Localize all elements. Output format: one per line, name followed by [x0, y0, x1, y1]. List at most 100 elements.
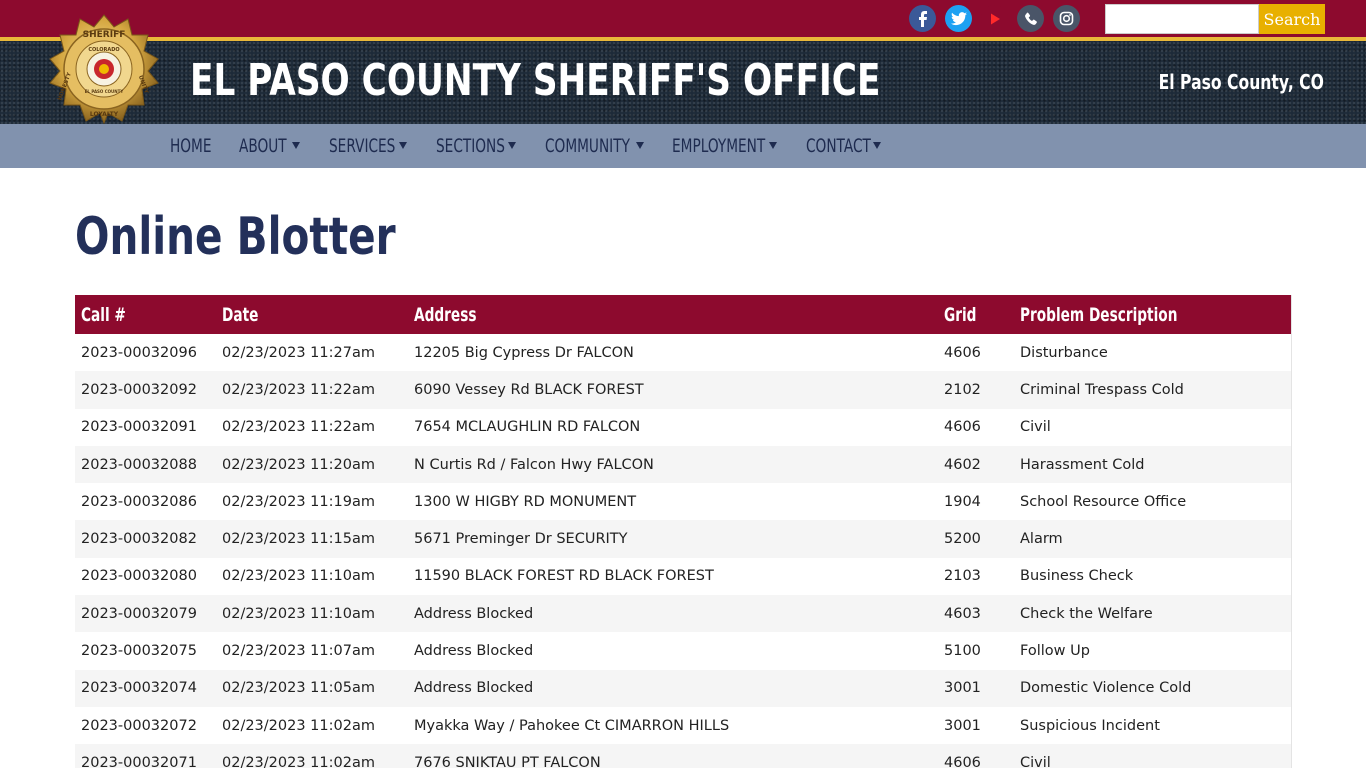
cell-problem: Domestic Violence Cold [1014, 669, 1292, 707]
cell-date: 02/23/2023 11:05am [216, 669, 408, 707]
cell-call-number: 2023-00032082 [75, 520, 216, 558]
chevron-down-icon [636, 142, 644, 149]
nav-item-label: EMPLOYMENT [672, 135, 766, 157]
nav-item-label: SERVICES [329, 135, 396, 157]
cell-address: 1300 W HIGBY RD MONUMENT [408, 483, 938, 521]
nav-item-label: SECTIONS [436, 135, 505, 157]
site-title[interactable]: EL PASO COUNTY SHERIFF'S OFFICE [190, 53, 880, 109]
cell-address: Address Blocked [408, 632, 938, 670]
cell-date: 02/23/2023 11:27am [216, 334, 408, 372]
column-header-address: Address [408, 295, 938, 334]
badge-text-colorado: COLORADO [88, 47, 119, 53]
cell-problem: Alarm [1014, 520, 1292, 558]
chevron-down-icon [769, 142, 777, 149]
badge-text-county: EL PASO COUNTY [85, 89, 124, 94]
cell-address: N Curtis Rd / Falcon Hwy FALCON [408, 445, 938, 484]
cell-date: 02/23/2023 11:20am [216, 445, 408, 484]
cell-address: 12205 Big Cypress Dr FALCON [408, 334, 938, 372]
cell-address: 5671 Preminger Dr SECURITY [408, 520, 938, 558]
cell-address: Address Blocked [408, 669, 938, 707]
table-row: 2023-00032091 02/23/2023 11:22am 7654 MCLA… [75, 408, 1292, 446]
cell-problem: Check the Welfare [1014, 595, 1292, 633]
column-header-date: Date [216, 295, 408, 334]
facebook-icon[interactable] [909, 5, 936, 32]
table-row: 2023-00032072 02/23/2023 11:02am Myakka Wa… [75, 706, 1292, 745]
main-nav: HOME ABOUT SERVICES SECTIONS COMMUNITY E… [0, 124, 1366, 168]
column-header-grid: Grid [938, 295, 1014, 334]
cell-call-number: 2023-00032092 [75, 371, 216, 409]
cell-date: 02/23/2023 11:07am [216, 632, 408, 670]
cell-address: 6090 Vessey Rd BLACK FOREST [408, 371, 938, 409]
cell-grid: 3001 [938, 669, 1014, 707]
table-row: 2023-00032092 02/23/2023 11:22am 6090 Vess… [75, 371, 1292, 409]
nav-item-sections[interactable]: SECTIONS [436, 124, 522, 168]
table-row: 2023-00032096 02/23/2023 11:27am 12205 Big… [75, 334, 1292, 372]
nav-item-label: CONTACT [806, 135, 871, 157]
cell-grid: 2103 [938, 557, 1014, 596]
cell-address: 7676 SNIKTAU PT FALCON [408, 744, 938, 768]
cell-problem: Business Check [1014, 557, 1292, 596]
cell-grid: 3001 [938, 706, 1014, 745]
chevron-down-icon [399, 142, 407, 149]
cell-grid: 5200 [938, 520, 1014, 558]
chevron-down-icon [873, 142, 881, 149]
cell-call-number: 2023-00032079 [75, 595, 216, 633]
table-row: 2023-00032088 02/23/2023 11:20am N Curtis … [75, 445, 1292, 484]
cell-date: 02/23/2023 11:02am [216, 744, 408, 768]
cell-date: 02/23/2023 11:22am [216, 408, 408, 446]
cell-date: 02/23/2023 11:10am [216, 595, 408, 633]
cell-problem: Civil [1014, 744, 1292, 768]
nav-item-label: COMMUNITY [545, 135, 630, 157]
page-title: Online Blotter [75, 207, 396, 267]
cell-problem: School Resource Office [1014, 483, 1292, 521]
cell-grid: 4603 [938, 595, 1014, 633]
cell-date: 02/23/2023 11:10am [216, 557, 408, 596]
table-row: 2023-00032086 02/23/2023 11:19am 1300 W HI… [75, 483, 1292, 521]
nav-item-label: ABOUT [239, 135, 287, 157]
cell-call-number: 2023-00032075 [75, 632, 216, 670]
search-button[interactable]: Search [1259, 4, 1325, 34]
nav-item-contact[interactable]: CONTACT [806, 124, 886, 168]
column-header-problem: Problem Description [1014, 295, 1292, 334]
cell-problem: Harassment Cold [1014, 445, 1292, 484]
cell-problem: Suspicious Incident [1014, 706, 1292, 745]
badge-text-loyalty: LOYALTY [90, 111, 119, 118]
table-header-row: Call # Date Address Grid Problem Descrip… [75, 295, 1292, 334]
instagram-icon[interactable] [1053, 5, 1080, 32]
nav-item-about[interactable]: ABOUT [239, 124, 309, 168]
phone-icon[interactable] [1017, 5, 1044, 32]
cell-problem: Follow Up [1014, 632, 1292, 670]
cell-address: 11590 BLACK FOREST RD BLACK FOREST [408, 557, 938, 596]
nav-item-employment[interactable]: EMPLOYMENT [672, 124, 784, 168]
cell-call-number: 2023-00032071 [75, 744, 216, 768]
cell-grid: 4606 [938, 744, 1014, 768]
cell-grid: 2102 [938, 371, 1014, 409]
youtube-icon[interactable] [981, 5, 1008, 32]
chevron-down-icon [508, 142, 516, 149]
sheriff-badge-logo[interactable]: SHERIFF COLORADO EL PASO COUNTY HONESTY … [48, 13, 160, 125]
table-row: 2023-00032080 02/23/2023 11:10am 11590 BLA… [75, 557, 1292, 596]
cell-grid: 1904 [938, 483, 1014, 521]
table-row: 2023-00032075 02/23/2023 11:07am Address B… [75, 632, 1292, 670]
twitter-icon[interactable] [945, 5, 972, 32]
cell-problem: Criminal Trespass Cold [1014, 371, 1292, 409]
cell-date: 02/23/2023 11:15am [216, 520, 408, 558]
nav-item-community[interactable]: COMMUNITY [545, 124, 650, 168]
cell-date: 02/23/2023 11:19am [216, 483, 408, 521]
cell-date: 02/23/2023 11:02am [216, 706, 408, 745]
cell-call-number: 2023-00032096 [75, 334, 216, 372]
nav-item-services[interactable]: SERVICES [329, 124, 417, 168]
chevron-down-icon [292, 142, 300, 149]
cell-grid: 4606 [938, 334, 1014, 372]
cell-address: 7654 MCLAUGHLIN RD FALCON [408, 408, 938, 446]
cell-call-number: 2023-00032091 [75, 408, 216, 446]
table-row: 2023-00032071 02/23/2023 11:02am 7676 SNIK… [75, 744, 1292, 768]
search-input[interactable] [1105, 4, 1259, 34]
cell-call-number: 2023-00032072 [75, 706, 216, 745]
blotter-table: Call # Date Address Grid Problem Descrip… [75, 295, 1292, 768]
cell-address: Address Blocked [408, 595, 938, 633]
cell-problem: Civil [1014, 408, 1292, 446]
cell-call-number: 2023-00032074 [75, 669, 216, 707]
nav-item-home[interactable]: HOME [170, 124, 220, 168]
cell-address: Myakka Way / Pahokee Ct CIMARRON HILLS [408, 706, 938, 745]
